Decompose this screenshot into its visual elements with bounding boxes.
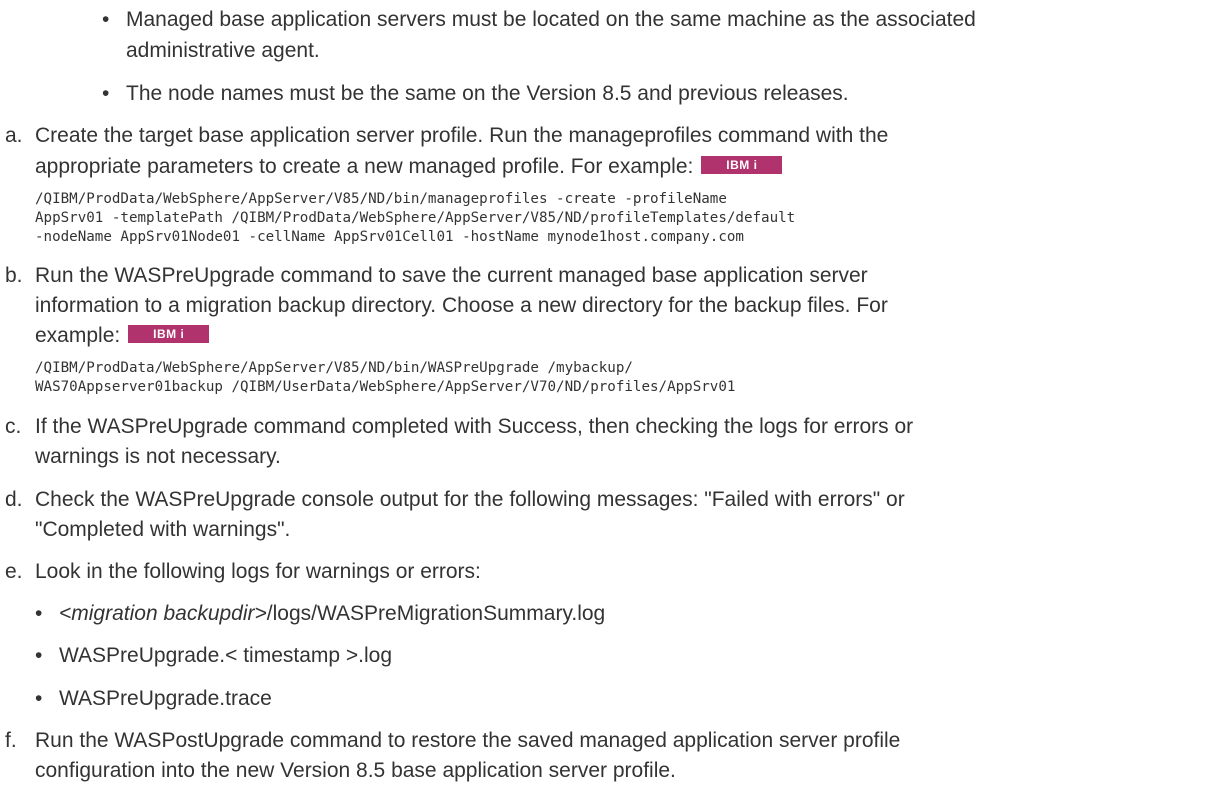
step-b-line2: information to a migration backup direct… <box>35 294 888 317</box>
code-line: /QIBM/ProdData/WebSphere/AppServer/V85/N… <box>35 191 727 207</box>
step-b-line3-text: example: <box>35 324 121 347</box>
bullet-dot: • <box>35 687 43 710</box>
log-path-rest: /logs/WASPreMigrationSummary.log <box>266 602 606 625</box>
bullet-item: • The node names must be the same on the… <box>102 79 849 109</box>
bullet-item: • Managed base application servers must … <box>102 5 976 35</box>
step-c-line2: warnings is not necessary. <box>35 445 281 468</box>
log-list-item: • <migration backupdir>/logs/WASPreMigra… <box>35 599 605 629</box>
bullet-dot: • <box>35 602 43 625</box>
step-letter-d: d. <box>5 488 23 511</box>
step-e-line1: Look in the following logs for warnings … <box>35 560 481 583</box>
step-c-line1: If the WASPreUpgrade command completed w… <box>35 415 914 438</box>
bullet-text-line: administrative agent. <box>126 39 320 62</box>
step-letter-e: e. <box>5 560 23 583</box>
step-a-line2: appropriate parameters to create a new m… <box>35 152 1205 182</box>
log-dir-placeholder: <migration backupdir> <box>59 602 267 625</box>
bullet-text-line: The node names must be the same on the V… <box>126 82 849 105</box>
bullet-item-continuation: administrative agent. <box>126 36 320 66</box>
bullet-text-line: Managed base application servers must be… <box>126 8 976 31</box>
code-block-b: /QIBM/ProdData/WebSphere/AppServer/V85/N… <box>35 359 735 397</box>
log-path: WASPreUpgrade.< timestamp >.log <box>59 644 393 667</box>
step-b-line1: Run the WASPreUpgrade command to save th… <box>35 264 868 287</box>
step-letter-f: f. <box>5 729 17 752</box>
log-path: WASPreUpgrade.trace <box>59 687 272 710</box>
step-a-line1: Create the target base application serve… <box>35 124 889 147</box>
ibm-i-platform-badge: IBM i <box>701 156 783 175</box>
code-line: -nodeName AppSrv01Node01 -cellName AppSr… <box>35 229 744 245</box>
code-line: /QIBM/ProdData/WebSphere/AppServer/V85/N… <box>35 360 633 376</box>
step-letter-a: a. <box>5 124 23 147</box>
step-letter-c: c. <box>5 415 22 438</box>
code-line: AppSrv01 -templatePath /QIBM/ProdData/We… <box>35 210 796 226</box>
log-list-item: • WASPreUpgrade.trace <box>35 684 272 714</box>
step-d-line2: "Completed with warnings". <box>35 518 291 541</box>
document-page: • Managed base application servers must … <box>0 0 1231 792</box>
step-letter-b: b. <box>5 264 23 287</box>
step-d-line1: Check the WASPreUpgrade console output f… <box>35 488 905 511</box>
log-path: <migration backupdir>/logs/WASPreMigrati… <box>59 599 605 629</box>
step-f-line1: Run the WASPostUpgrade command to restor… <box>35 729 901 752</box>
step-b-line3: example: IBM i <box>35 321 1205 351</box>
step-a-line2-text: appropriate parameters to create a new m… <box>35 155 694 178</box>
step-f-line2: configuration into the new Version 8.5 b… <box>35 759 676 782</box>
code-line: WAS70Appserver01backup /QIBM/UserData/We… <box>35 379 736 395</box>
log-list-item: • WASPreUpgrade.< timestamp >.log <box>35 641 393 671</box>
code-block-a: /QIBM/ProdData/WebSphere/AppServer/V85/N… <box>35 190 795 247</box>
ibm-i-platform-badge: IBM i <box>128 325 210 344</box>
bullet-dot: • <box>35 644 43 667</box>
bullet-dot: • <box>102 82 110 105</box>
bullet-dot: • <box>102 8 110 31</box>
